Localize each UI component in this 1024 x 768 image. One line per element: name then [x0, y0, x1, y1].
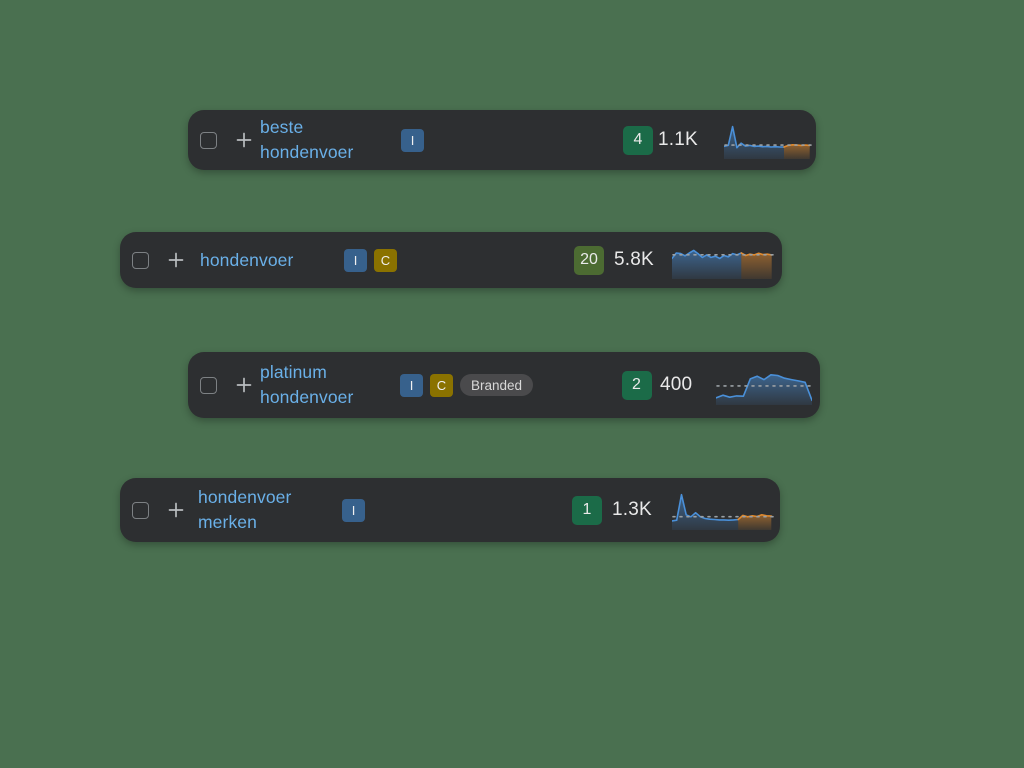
search-volume-value: 1.3K	[612, 499, 652, 520]
row-select-checkbox[interactable]	[120, 251, 160, 269]
keyword-row[interactable]: hondenvoer merken I 1 1.3K	[120, 478, 780, 542]
search-volume-cell: 400	[660, 374, 716, 396]
search-volume-value: 5.8K	[614, 249, 654, 270]
plus-icon	[236, 377, 252, 393]
keyword-row[interactable]: hondenvoer I C 20 5.8K	[120, 232, 782, 288]
row-select-checkbox[interactable]	[120, 501, 160, 519]
keyword-link[interactable]: hondenvoer	[200, 250, 293, 270]
intent-badges: I	[401, 128, 618, 152]
results-count-badge[interactable]: 1	[572, 495, 602, 525]
volume-trend-sparkline[interactable]	[672, 241, 776, 279]
sparkline-chart	[672, 493, 776, 530]
results-count-badge[interactable]: 2	[621, 370, 652, 400]
keyword-link[interactable]: platinum hondenvoer	[260, 362, 353, 407]
results-count-cell: 1	[562, 495, 612, 525]
checkbox-unchecked-icon[interactable]	[199, 131, 217, 149]
keyword-row[interactable]: beste hondenvoer I 4 1.1K	[188, 110, 816, 170]
checkbox-unchecked-icon[interactable]	[131, 251, 149, 269]
intent-commercial[interactable]: C	[430, 373, 453, 397]
add-keyword-button[interactable]	[160, 251, 192, 269]
results-count-badge[interactable]: 4	[623, 125, 653, 155]
keyword-cell: platinum hondenvoer	[260, 360, 400, 410]
intent-informational[interactable]: I	[342, 498, 365, 522]
search-volume-cell: 5.8K	[614, 249, 672, 271]
keyword-cell: beste hondenvoer	[260, 115, 401, 165]
results-count-badge[interactable]: 20	[574, 245, 604, 275]
search-volume-cell: 1.1K	[658, 129, 724, 151]
keyword-cell: hondenvoer merken	[198, 485, 342, 535]
keyword-row[interactable]: platinum hondenvoer I C Branded 2 400	[188, 352, 820, 418]
add-keyword-button[interactable]	[228, 376, 260, 394]
intent-informational[interactable]: I	[400, 373, 423, 397]
plus-icon	[168, 252, 184, 268]
plus-icon	[168, 502, 184, 518]
volume-trend-sparkline[interactable]	[716, 365, 812, 405]
intent-badges: I	[342, 498, 562, 522]
intent-commercial[interactable]: C	[374, 248, 397, 272]
sparkline-chart	[716, 374, 812, 405]
intent-badges: IC	[344, 248, 564, 272]
intent-informational[interactable]: I	[401, 128, 424, 152]
checkbox-unchecked-icon[interactable]	[199, 376, 217, 394]
add-keyword-button[interactable]	[228, 131, 260, 149]
search-volume-value: 400	[660, 374, 693, 395]
keyword-list-board: beste hondenvoer I 4 1.1K hondenvoer I C 20 5.8K…	[0, 0, 1024, 768]
branded-badge[interactable]: Branded	[460, 374, 534, 396]
results-count-cell: 4	[618, 125, 658, 155]
add-keyword-button[interactable]	[160, 501, 192, 519]
plus-icon	[236, 132, 252, 148]
intent-informational[interactable]: I	[344, 248, 367, 272]
sparkline-chart	[724, 125, 814, 159]
sparkline-chart	[672, 249, 776, 279]
keyword-link[interactable]: hondenvoer merken	[198, 487, 291, 532]
row-select-checkbox[interactable]	[188, 376, 228, 394]
intent-badges: I C Branded	[400, 373, 613, 397]
volume-trend-sparkline[interactable]	[672, 490, 776, 530]
results-count-cell: 20	[564, 245, 614, 275]
keyword-link[interactable]: beste hondenvoer	[260, 117, 353, 162]
row-select-checkbox[interactable]	[188, 131, 228, 149]
search-volume-cell: 1.3K	[612, 499, 672, 521]
search-volume-value: 1.1K	[658, 129, 698, 150]
results-count-cell: 2	[613, 370, 660, 400]
volume-trend-sparkline[interactable]	[724, 121, 814, 159]
checkbox-unchecked-icon[interactable]	[131, 501, 149, 519]
keyword-cell: hondenvoer	[200, 248, 344, 273]
